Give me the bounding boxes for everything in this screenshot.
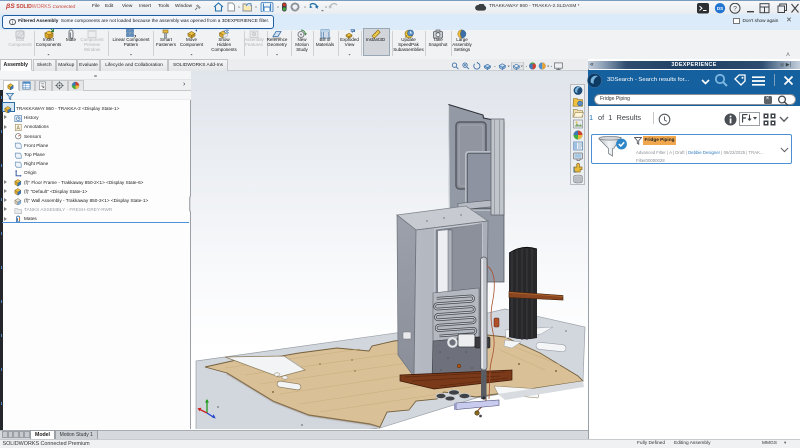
svg-text:?: ? (733, 5, 737, 12)
svg-text:DS: DS (717, 6, 723, 11)
svg-text:A: A (17, 125, 21, 131)
